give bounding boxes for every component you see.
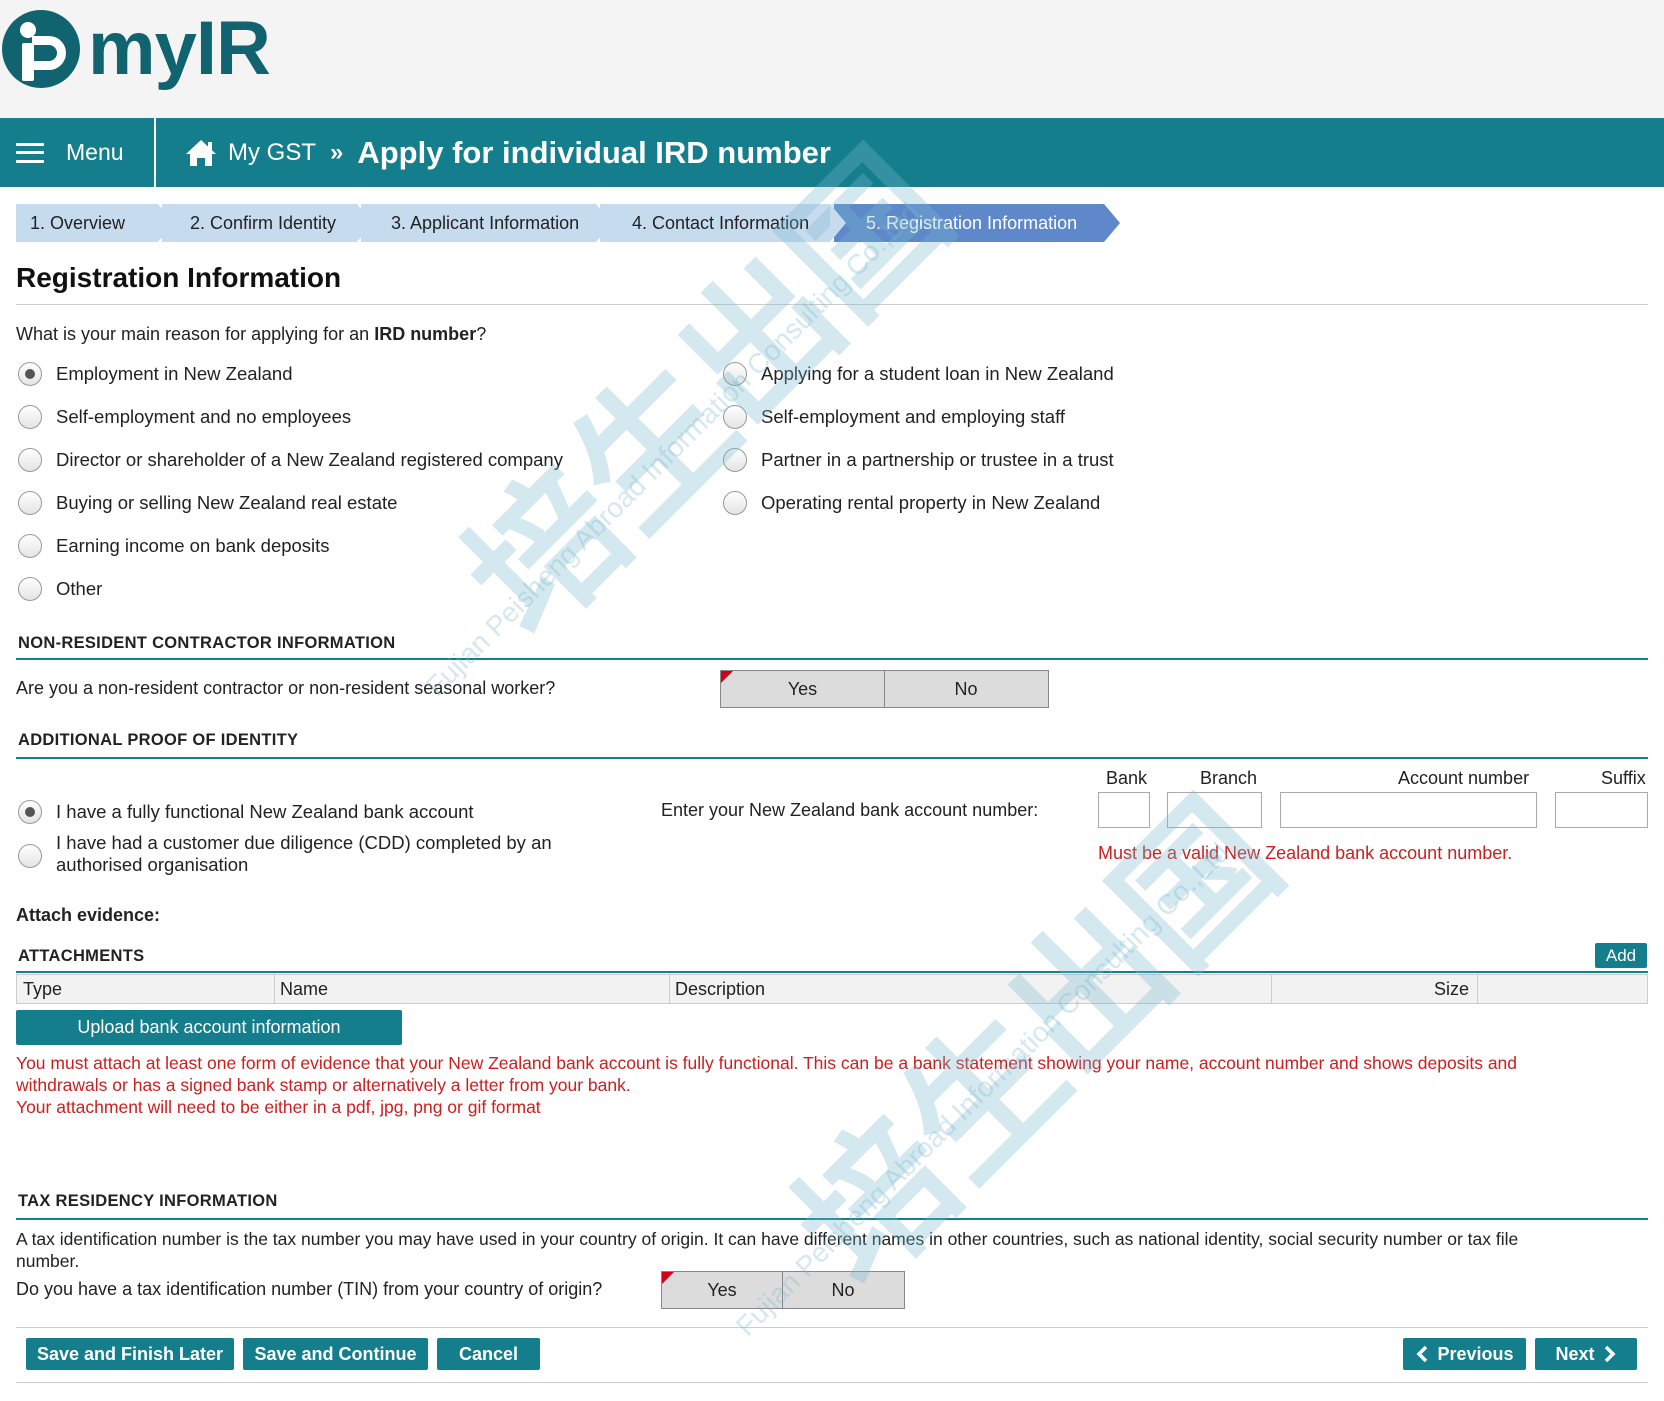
tin-yes-button[interactable]: Yes bbox=[662, 1272, 782, 1308]
nonresident-heading: NON-RESIDENT CONTRACTOR INFORMATION bbox=[18, 634, 396, 652]
identity-divider bbox=[16, 757, 1648, 759]
identity-heading: ADDITIONAL PROOF OF IDENTITY bbox=[18, 731, 299, 749]
cancel-button[interactable]: Cancel bbox=[437, 1338, 540, 1370]
bank-account-prompt: Enter your New Zealand bank account numb… bbox=[661, 800, 1039, 820]
radio-icon bbox=[18, 534, 42, 558]
suffix-input[interactable] bbox=[1555, 792, 1648, 828]
home-icon[interactable] bbox=[184, 138, 218, 168]
suffix-label: Suffix bbox=[1601, 768, 1646, 788]
chevron-right-icon bbox=[1604, 1345, 1615, 1363]
radio-icon bbox=[18, 448, 42, 472]
myir-logo[interactable]: myIR bbox=[0, 6, 271, 92]
tin-no-button[interactable]: No bbox=[782, 1272, 903, 1308]
attachment-error-message: You must attach at least one form of evi… bbox=[16, 1053, 1518, 1117]
reason-student-loan-radio[interactable]: Applying for a student loan in New Zeala… bbox=[723, 362, 1114, 386]
bank-code-input[interactable] bbox=[1098, 792, 1150, 828]
step-overview[interactable]: 1. Overview bbox=[16, 204, 174, 242]
identity-cdd-radio[interactable]: I have had a customer due diligence (CDD… bbox=[18, 832, 552, 876]
title-divider bbox=[16, 304, 1648, 305]
radio-icon bbox=[18, 405, 42, 429]
nonresident-divider bbox=[16, 658, 1648, 660]
bank-label: Bank bbox=[1106, 768, 1148, 788]
reason-bank-deposits-radio[interactable]: Earning income on bank deposits bbox=[18, 534, 330, 558]
ird-logo-icon bbox=[2, 10, 80, 88]
radio-selected-icon bbox=[18, 362, 42, 386]
branch-label: Branch bbox=[1200, 768, 1258, 788]
breadcrumb-separator: » bbox=[330, 138, 344, 166]
tin-toggle: Yes No bbox=[661, 1271, 905, 1309]
upload-bank-account-button[interactable]: Upload bank account information bbox=[16, 1010, 402, 1045]
save-finish-later-button[interactable]: Save and Finish Later bbox=[26, 1338, 234, 1370]
logo-text: myIR bbox=[88, 6, 271, 91]
previous-button[interactable]: Previous bbox=[1403, 1338, 1526, 1370]
required-flag-icon bbox=[721, 671, 733, 683]
column-description: Description bbox=[675, 979, 766, 999]
radio-icon bbox=[723, 362, 747, 386]
radio-icon bbox=[723, 491, 747, 515]
breadcrumb: My GST » Apply for individual IRD number bbox=[184, 118, 831, 187]
nonresident-no-button[interactable]: No bbox=[884, 671, 1047, 707]
page-heading: Apply for individual IRD number bbox=[357, 134, 831, 170]
radio-selected-icon bbox=[18, 800, 42, 824]
attachments-heading: ATTACHMENTS bbox=[18, 947, 145, 965]
reason-partnership-radio[interactable]: Partner in a partnership or trustee in a… bbox=[723, 448, 1114, 472]
save-continue-button[interactable]: Save and Continue bbox=[243, 1338, 428, 1370]
attach-evidence-label: Attach evidence: bbox=[16, 905, 161, 925]
identity-bank-account-radio[interactable]: I have a fully functional New Zealand ba… bbox=[18, 800, 474, 824]
column-size: Size bbox=[1434, 979, 1470, 999]
nonresident-yes-button[interactable]: Yes bbox=[721, 671, 884, 707]
step-registration-information[interactable]: 5. Registration Information bbox=[834, 204, 1120, 242]
reason-rental-property-radio[interactable]: Operating rental property in New Zealand bbox=[723, 491, 1100, 515]
radio-icon bbox=[18, 491, 42, 515]
column-name: Name bbox=[280, 979, 329, 999]
reason-self-employment-radio[interactable]: Self-employment and no employees bbox=[18, 405, 351, 429]
hamburger-icon bbox=[16, 142, 44, 163]
required-flag-icon bbox=[662, 1272, 674, 1284]
reason-real-estate-radio[interactable]: Buying or selling New Zealand real estat… bbox=[18, 491, 397, 515]
radio-icon bbox=[18, 577, 42, 601]
top-banner: myIR bbox=[0, 0, 1664, 118]
reason-other-radio[interactable]: Other bbox=[18, 577, 102, 601]
nonresident-question: Are you a non-resident contractor or non… bbox=[16, 678, 556, 698]
tax-residency-heading: TAX RESIDENCY INFORMATION bbox=[18, 1192, 278, 1210]
add-attachment-button[interactable]: Add bbox=[1595, 943, 1647, 968]
reason-employing-staff-radio[interactable]: Self-employment and employing staff bbox=[723, 405, 1065, 429]
radio-icon bbox=[723, 448, 747, 472]
breadcrumb-my-gst[interactable]: My GST bbox=[228, 139, 316, 167]
next-button[interactable]: Next bbox=[1535, 1338, 1637, 1370]
nav-bar: Menu My GST » Apply for individual IRD n… bbox=[0, 118, 1664, 187]
menu-button[interactable]: Menu bbox=[0, 118, 156, 187]
radio-icon bbox=[723, 405, 747, 429]
bank-account-error: Must be a valid New Zealand bank account… bbox=[1098, 843, 1513, 863]
branch-code-input[interactable] bbox=[1167, 792, 1262, 828]
step-contact-information[interactable]: 4. Contact Information bbox=[600, 204, 846, 242]
reason-question: What is your main reason for applying fo… bbox=[16, 324, 487, 344]
account-number-label: Account number bbox=[1398, 768, 1530, 788]
tin-question: Do you have a tax identification number … bbox=[16, 1279, 603, 1299]
radio-icon bbox=[18, 844, 42, 868]
step-applicant-information[interactable]: 3. Applicant Information bbox=[361, 204, 612, 242]
reason-employment-radio[interactable]: Employment in New Zealand bbox=[18, 362, 293, 386]
column-type: Type bbox=[23, 979, 63, 999]
reason-director-radio[interactable]: Director or shareholder of a New Zealand… bbox=[18, 448, 563, 472]
wizard-steps: 1. Overview 2. Confirm Identity 3. Appli… bbox=[16, 204, 1120, 242]
chevron-left-icon bbox=[1416, 1345, 1428, 1363]
account-number-input[interactable] bbox=[1280, 792, 1537, 828]
page-title: Registration Information bbox=[16, 262, 342, 293]
tax-residency-divider bbox=[16, 1218, 1648, 1220]
nonresident-toggle: Yes No bbox=[720, 670, 1049, 708]
menu-label: Menu bbox=[66, 139, 124, 165]
tax-residency-info: A tax identification number is the tax n… bbox=[16, 1229, 1519, 1271]
attachments-table-header: Type Name Description Size bbox=[16, 974, 1648, 1004]
attachments-divider bbox=[16, 971, 1648, 973]
step-confirm-identity[interactable]: 2. Confirm Identity bbox=[162, 204, 373, 242]
